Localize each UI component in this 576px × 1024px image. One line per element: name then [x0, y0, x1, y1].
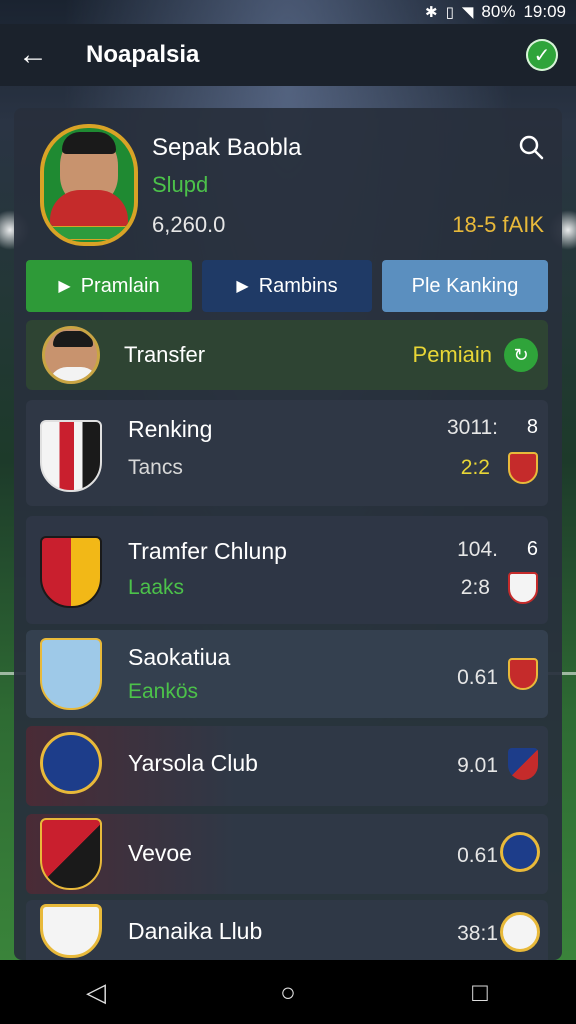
- transfer-row[interactable]: Transfer Pemiain ↻: [26, 320, 548, 390]
- opponent-crest-icon: [508, 452, 538, 484]
- avatar-ribbon: [46, 226, 130, 240]
- refresh-icon[interactable]: ↻: [504, 338, 538, 372]
- club-score: 38:1: [457, 922, 498, 945]
- opponent-crest-icon: [508, 572, 538, 604]
- club-card[interactable]: Saokatiua Eankös 0.61: [26, 630, 548, 718]
- club-card[interactable]: Renking Tancs 3011: 8 2:2: [26, 400, 548, 506]
- profile-avatar[interactable]: [40, 124, 138, 246]
- profile-rank: 18-5 fAIK: [452, 212, 544, 237]
- club-score-secondary: 2:8: [460, 576, 490, 599]
- battery-level: 80%: [481, 2, 516, 21]
- wifi-icon: ◥: [461, 4, 474, 21]
- nav-back-icon[interactable]: ◁: [66, 972, 126, 1012]
- club-subtitle: Laaks: [128, 576, 185, 599]
- club-card[interactable]: Yarsola Club 9.01: [26, 726, 548, 806]
- opponent-crest-icon: [500, 832, 540, 872]
- back-arrow-icon[interactable]: ←: [18, 38, 58, 72]
- clock: 19:09: [523, 2, 566, 21]
- opponent-crest-icon: [508, 658, 538, 690]
- avatar-hair: [53, 331, 93, 347]
- club-card[interactable]: Tramfer Chlunp Laaks 104. 6 2:8: [26, 516, 548, 624]
- club-name: Renking: [128, 416, 213, 442]
- club-subtitle: Eankös: [128, 680, 199, 703]
- club-card[interactable]: Danaika Llub 38:1: [26, 900, 548, 960]
- tab-label: Rambins: [258, 274, 338, 297]
- tab-pramlain[interactable]: ▶ Pramlain: [26, 260, 192, 312]
- tab-bar: ▶ Pramlain ▶ Rambins Ple Kanking: [26, 260, 562, 312]
- app-title: Noapalsia: [86, 41, 200, 68]
- club-crest-icon: [40, 818, 102, 890]
- play-icon: ▶: [58, 278, 71, 295]
- avatar-hair: [62, 132, 116, 154]
- profile-name: Sepak Baobla: [152, 134, 302, 161]
- player-avatar: [42, 326, 100, 384]
- status-bar: ✱ ▯ ◥ 80% 19:09: [0, 0, 576, 24]
- tab-rambins[interactable]: ▶ Rambins: [202, 260, 372, 312]
- avatar-shirt: [50, 190, 128, 226]
- club-crest-icon: [40, 732, 102, 794]
- club-crest-icon: [40, 904, 102, 958]
- play-icon: ▶: [236, 278, 249, 295]
- vibrate-icon: ▯: [445, 4, 454, 21]
- club-score-secondary: 2:2: [460, 456, 490, 479]
- club-score: 9.01: [457, 754, 498, 777]
- club-rank: 6: [526, 538, 538, 560]
- club-crest-icon: [40, 638, 102, 710]
- tab-ple-kanking[interactable]: Ple Kanking: [382, 260, 548, 312]
- club-score: 0.61: [457, 666, 498, 689]
- opponent-crest-icon: [500, 912, 540, 952]
- avatar-shirt: [49, 367, 97, 381]
- club-name: Vevoe: [128, 840, 192, 866]
- tab-label: Ple Kanking: [411, 274, 519, 297]
- club-score: 104.: [457, 538, 498, 561]
- club-name: Yarsola Club: [128, 750, 258, 776]
- opponent-crest-icon: [508, 748, 538, 780]
- nav-recents-icon[interactable]: □: [450, 972, 510, 1012]
- profile-points: 6,260.0: [152, 212, 226, 237]
- club-crest-icon: [40, 536, 102, 608]
- club-score: 0.61: [457, 844, 498, 867]
- club-rank: 8: [526, 416, 538, 438]
- profile-header: Sepak Baobla Slupd 6,260.0 18-5 fAIK: [28, 116, 562, 251]
- club-name: Danaika Llub: [128, 918, 263, 944]
- system-nav-bar: ◁ ○ □: [0, 960, 576, 1024]
- club-score: 3011:: [447, 416, 498, 439]
- club-subtitle: Tancs: [128, 456, 183, 479]
- transfer-label: Transfer: [124, 342, 206, 367]
- search-icon[interactable]: [518, 134, 544, 160]
- club-name: Tramfer Chlunp: [128, 538, 287, 564]
- verified-check-icon[interactable]: ✓: [526, 39, 558, 71]
- profile-club: Slupd: [152, 172, 209, 197]
- club-name: Saokatiua: [128, 644, 231, 670]
- app-bar: ← Noapalsia ✓: [0, 24, 576, 86]
- nav-home-icon[interactable]: ○: [258, 972, 318, 1012]
- bluetooth-icon: ✱: [425, 4, 438, 21]
- main-panel: Sepak Baobla Slupd 6,260.0 18-5 fAIK ▶ P…: [14, 108, 562, 960]
- transfer-status: Pemiain: [412, 342, 492, 367]
- tab-label: Pramlain: [80, 274, 160, 297]
- club-crest-icon: [40, 420, 102, 492]
- club-card[interactable]: Vevoe 0.61: [26, 814, 548, 894]
